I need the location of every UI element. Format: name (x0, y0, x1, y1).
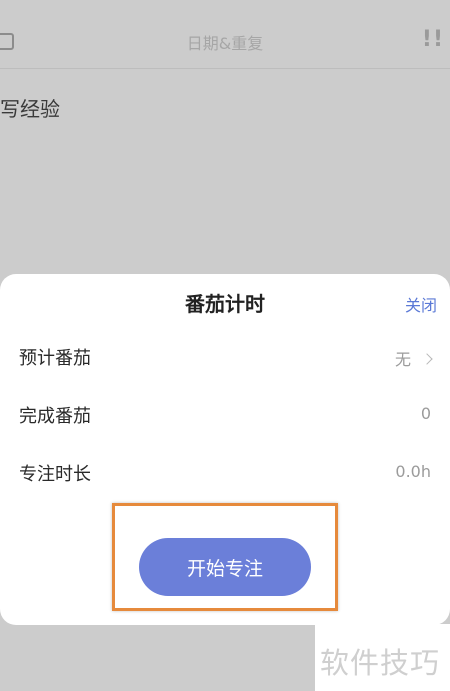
row-estimated-pomodoros[interactable]: 预计番茄 无 (19, 344, 433, 374)
task-toolbar: 日期&重复 !! (0, 0, 450, 69)
sheet-title: 番茄计时 (185, 292, 265, 316)
start-focus-button[interactable]: 开始专注 (139, 538, 311, 596)
close-button[interactable]: 关闭 (405, 292, 437, 316)
task-title[interactable]: 写经验 (0, 93, 60, 122)
watermark: 软件技巧 (320, 646, 441, 680)
date-repeat-button[interactable]: 日期&重复 (0, 30, 450, 54)
chevron-right-icon (421, 353, 433, 365)
row-value: 无 (395, 346, 433, 370)
row-label: 预计番茄 (19, 348, 91, 369)
row-focus-duration: 专注时长 0.0h (19, 460, 431, 490)
row-value: 0 (420, 404, 431, 423)
row-completed-pomodoros: 完成番茄 0 (19, 402, 431, 432)
priority-flag-icon[interactable]: !! (422, 27, 444, 52)
row-label: 完成番茄 (19, 406, 91, 427)
row-label: 专注时长 (19, 464, 91, 485)
row-value: 0.0h (395, 462, 431, 481)
